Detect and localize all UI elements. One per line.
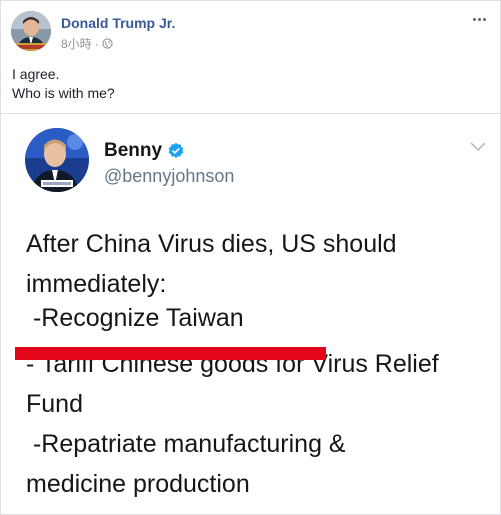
facebook-post: Donald Trump Jr. 8小時 · I agree. Who is w… [0, 0, 501, 515]
meta-separator: · [94, 36, 99, 51]
post-meta: 8小時 · [61, 35, 113, 52]
post-text: I agree. Who is with me? [12, 65, 115, 103]
tweet-line: After China Virus dies, US should [26, 230, 397, 258]
tweet-avatar [25, 128, 89, 192]
more-dot [482, 17, 486, 21]
post-timestamp[interactable]: 8小時 [61, 35, 92, 52]
more-dot [477, 17, 481, 21]
tweet-line: medicine production [26, 470, 250, 498]
verified-badge-icon [168, 142, 184, 159]
tweet-body: After China Virus dies, US should immedi… [26, 224, 439, 504]
author-avatar[interactable] [11, 11, 51, 51]
tweet-handle: @bennyjohnson [104, 166, 235, 186]
tweet-line: -Repatriate manufacturing & [26, 430, 346, 458]
tweet-screenshot-image[interactable]: Benny @bennyjohnson After China Virus di… [1, 114, 500, 514]
tweet-line: Fund [26, 390, 83, 418]
tweet-name-text: Benny [104, 140, 163, 161]
more-dots-icon [472, 17, 476, 21]
tweet-line: -Recognize Taiwan [26, 304, 244, 332]
globe-icon[interactable] [102, 38, 113, 49]
author-name-link[interactable]: Donald Trump Jr. [61, 15, 175, 31]
post-text-line: I agree. [12, 66, 60, 82]
chevron-down-icon [470, 142, 486, 152]
red-underline-highlight [15, 347, 326, 360]
more-options-button[interactable] [469, 11, 489, 27]
tweet-display-name: Benny [104, 140, 185, 162]
post-text-line: Who is with me? [12, 85, 115, 101]
post-header: Donald Trump Jr. 8小時 · [11, 11, 491, 55]
